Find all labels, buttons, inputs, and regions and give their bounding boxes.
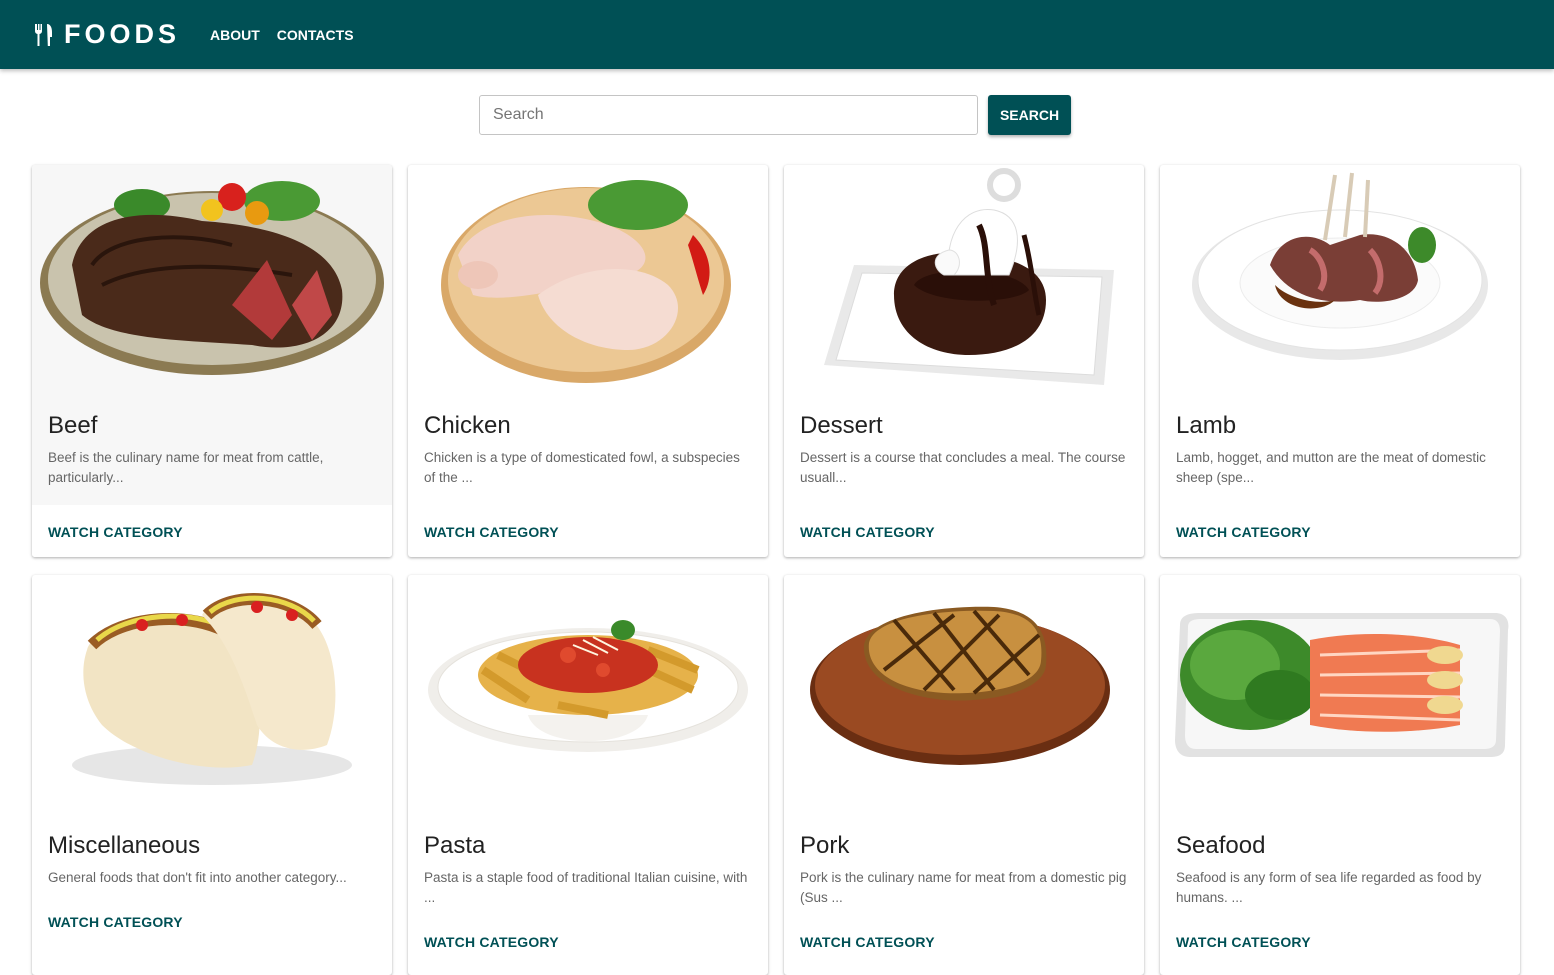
search-input[interactable] bbox=[479, 95, 978, 135]
pork-image bbox=[784, 575, 1144, 807]
card-description: Pork is the culinary name for meat from … bbox=[800, 870, 1127, 905]
fork-knife-icon bbox=[34, 23, 52, 46]
watch-category-pasta[interactable]: WATCH CATEGORY bbox=[424, 934, 559, 950]
category-card-chicken: Chicken Chicken is a type of domesticate… bbox=[408, 165, 768, 557]
card-description: Seafood is any form of sea life regarded… bbox=[1176, 870, 1482, 905]
chicken-image bbox=[408, 165, 768, 397]
watch-category-lamb[interactable]: WATCH CATEGORY bbox=[1176, 524, 1311, 540]
card-description: Chicken is a type of domesticated fowl, … bbox=[424, 450, 740, 485]
card-title: Dessert bbox=[800, 412, 883, 439]
card-title: Pork bbox=[800, 832, 850, 859]
chicken-card-body: Chicken Chicken is a type of domesticate… bbox=[408, 397, 768, 488]
seafood-image bbox=[1160, 575, 1520, 807]
category-card-pasta: Pasta Pasta is a staple food of traditio… bbox=[408, 575, 768, 975]
card-title: Chicken bbox=[424, 412, 511, 439]
dessert-image bbox=[784, 165, 1144, 397]
beef-image bbox=[32, 165, 392, 397]
nav-about-link[interactable]: ABOUT bbox=[210, 28, 260, 42]
pasta-card-body: Pasta Pasta is a staple food of traditio… bbox=[408, 807, 768, 908]
watch-category-seafood[interactable]: WATCH CATEGORY bbox=[1176, 934, 1311, 950]
card-title: Miscellaneous bbox=[48, 832, 201, 859]
nav-contacts-link[interactable]: CONTACTS bbox=[277, 28, 354, 42]
search-bar: SEARCH bbox=[479, 95, 1071, 135]
pork-card-body: Pork Pork is the culinary name for meat … bbox=[784, 807, 1144, 908]
category-card-seafood: Seafood Seafood is any form of sea life … bbox=[1160, 575, 1520, 975]
search-button[interactable]: SEARCH bbox=[988, 95, 1071, 135]
lamb-card-body: Lamb Lamb, hogget, and mutton are the me… bbox=[1160, 397, 1520, 488]
category-card-miscellaneous: Miscellaneous General foods that don't f… bbox=[32, 575, 392, 975]
miscellaneous-card-body: Miscellaneous General foods that don't f… bbox=[32, 807, 392, 888]
card-title: Pasta bbox=[424, 832, 486, 859]
pasta-image bbox=[408, 575, 768, 807]
top-navbar: FOODS ABOUT CONTACTS bbox=[0, 0, 1554, 69]
card-description: Pasta is a staple food of traditional It… bbox=[424, 870, 748, 905]
brand-link[interactable]: FOODS bbox=[33, 21, 180, 48]
category-card-lamb: Lamb Lamb, hogget, and mutton are the me… bbox=[1160, 165, 1520, 557]
miscellaneous-image bbox=[32, 575, 392, 807]
card-title: Lamb bbox=[1176, 412, 1237, 439]
category-card-beef: Beef Beef is the culinary name for meat … bbox=[32, 165, 392, 557]
watch-category-beef[interactable]: WATCH CATEGORY bbox=[48, 524, 183, 540]
seafood-card-body: Seafood Seafood is any form of sea life … bbox=[1160, 807, 1520, 908]
card-title: Seafood bbox=[1176, 832, 1266, 859]
card-description: General foods that don't fit into anothe… bbox=[48, 870, 347, 885]
card-description: Dessert is a course that concludes a mea… bbox=[800, 450, 1126, 485]
watch-category-dessert[interactable]: WATCH CATEGORY bbox=[800, 524, 935, 540]
watch-category-miscellaneous[interactable]: WATCH CATEGORY bbox=[48, 914, 183, 930]
category-card-pork: Pork Pork is the culinary name for meat … bbox=[784, 575, 1144, 975]
card-description: Beef is the culinary name for meat from … bbox=[48, 450, 324, 485]
lamb-image bbox=[1160, 165, 1520, 397]
watch-category-chicken[interactable]: WATCH CATEGORY bbox=[424, 524, 559, 540]
dessert-card-body: Dessert Dessert is a course that conclud… bbox=[784, 397, 1144, 488]
card-title: Beef bbox=[48, 412, 98, 439]
category-card-dessert: Dessert Dessert is a course that conclud… bbox=[784, 165, 1144, 557]
watch-category-pork[interactable]: WATCH CATEGORY bbox=[800, 934, 935, 950]
card-description: Lamb, hogget, and mutton are the meat of… bbox=[1176, 450, 1486, 485]
brand-title: FOODS bbox=[64, 19, 181, 49]
